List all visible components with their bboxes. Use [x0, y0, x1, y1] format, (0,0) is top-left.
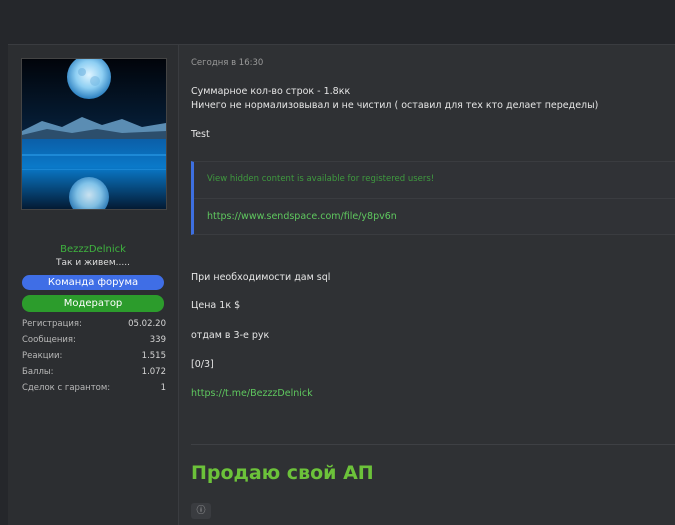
stat-messages: Сообщения: 339: [22, 332, 166, 348]
stat-label: Сообщения:: [22, 335, 76, 345]
stat-value: 1: [160, 383, 166, 393]
badge-team: Команда форума: [22, 275, 164, 290]
post-line: При необходимости дам sql: [191, 272, 331, 283]
stat-registration: Регистрация: 05.02.20: [22, 316, 166, 332]
stat-label: Сделок с гарантом:: [22, 383, 111, 393]
username[interactable]: BezzzDelnick: [8, 244, 178, 255]
hidden-content-box: View hidden content is available for reg…: [191, 161, 675, 235]
stat-value[interactable]: 1.072: [142, 364, 166, 380]
user-stats: Регистрация: 05.02.20 Сообщения: 339 Реа…: [22, 316, 166, 396]
stat-value: 05.02.20: [128, 319, 166, 329]
stat-points: Баллы: 1.072: [22, 364, 166, 380]
thread-title[interactable]: Продаю свой АП: [191, 462, 374, 484]
stat-value: 1.515: [141, 351, 166, 361]
post-line: [0/3]: [191, 359, 214, 370]
divider: [191, 444, 675, 445]
post-container: BezzzDelnick Так и живем..... Команда фо…: [8, 44, 675, 525]
post-date[interactable]: Сегодня в 16:30: [191, 58, 263, 68]
user-sidebar: BezzzDelnick Так и живем..... Команда фо…: [8, 45, 179, 525]
telegram-link[interactable]: https://t.me/BezzzDelnick: [191, 388, 313, 399]
stat-label: Регистрация:: [22, 319, 82, 329]
post-content: Сегодня в 16:30 Суммарное кол-во строк -…: [178, 45, 675, 525]
avatar[interactable]: [21, 58, 167, 210]
stat-label: Баллы:: [22, 367, 54, 377]
stat-reactions: Реакции: 1.515: [22, 348, 166, 364]
hidden-content-notice: View hidden content is available for reg…: [207, 174, 435, 184]
stat-value[interactable]: 339: [150, 332, 166, 348]
post-line: Test: [191, 129, 210, 140]
sendspace-link[interactable]: https://www.sendspace.com/file/y8pv6n: [207, 211, 397, 222]
divider: [194, 198, 675, 199]
info-icon[interactable]: ⓘ: [191, 503, 211, 519]
post-line: отдам в 3-е рук: [191, 330, 270, 341]
post-line: Суммарное кол-во строк - 1.8кк: [191, 86, 351, 97]
user-title: Так и живем.....: [56, 258, 130, 268]
post-line: Цена 1к $: [191, 300, 241, 311]
post-line: Ничего не нормализовывал и не чистил ( о…: [191, 100, 599, 111]
stat-guarantee-deals: Сделок с гарантом: 1: [22, 380, 166, 396]
stat-label: Реакции:: [22, 351, 63, 361]
badge-moderator: Модератор: [22, 295, 164, 312]
avatar-image: [22, 59, 166, 209]
